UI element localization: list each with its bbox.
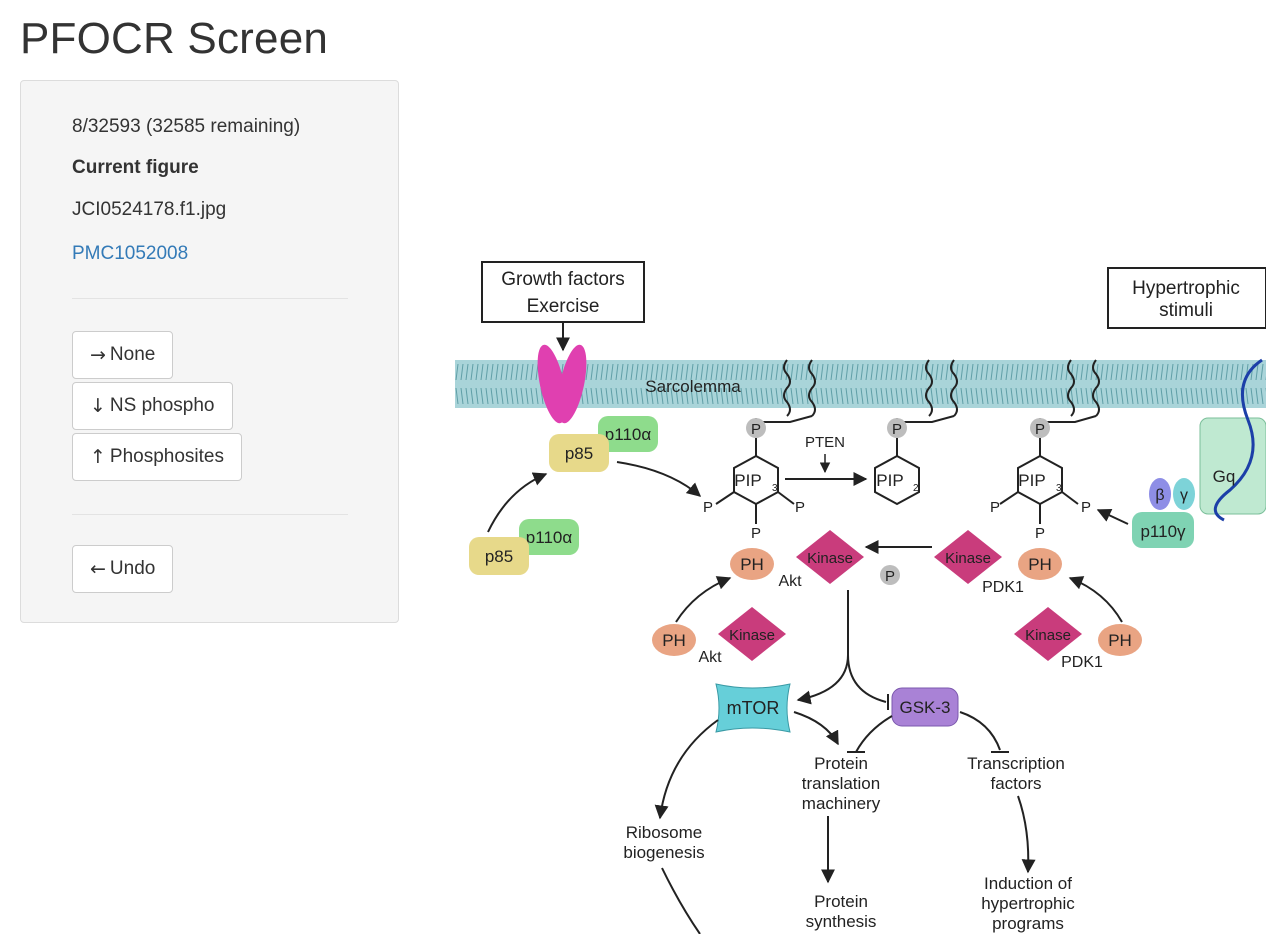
protein-synthesis-label: synthesis [806, 912, 877, 931]
pten-label: PTEN [805, 434, 845, 451]
ns-phospho-button-label: NS phospho [109, 395, 215, 416]
ph-label: PH [1028, 555, 1052, 574]
pdk1-label: PDK1 [982, 579, 1024, 596]
kinase-label: Kinase [1025, 627, 1071, 644]
protein-synthesis-label: Protein [814, 892, 868, 911]
growth-factors-label: Growth factors [501, 269, 625, 290]
kinase-label: Kinase [729, 627, 775, 644]
phosphosites-button[interactable]: ↑ Phosphosites [72, 433, 242, 481]
pathway-figure: Sarcolemma Growth factors Exercise Hyper… [446, 80, 1266, 935]
undo-button[interactable]: ← Undo [72, 545, 174, 593]
hypertrophic-label: Hypertrophic [1132, 278, 1240, 299]
divider [72, 298, 348, 299]
phosphate-label: P [751, 525, 761, 542]
phosphate-label: P [795, 499, 805, 516]
pip3-subscript: 3 [772, 483, 778, 494]
phosphate-label: P [892, 421, 902, 438]
none-button-label: None [109, 344, 156, 365]
p110a-label: p110α [526, 528, 573, 547]
exercise-label: Exercise [527, 296, 600, 317]
phosphate-label: P [1035, 421, 1045, 438]
induction-label: programs [992, 914, 1064, 933]
arrow-left-icon: ← [90, 558, 106, 580]
akt-branch-lines [796, 590, 889, 710]
akt-label: Akt [778, 573, 802, 590]
arrow [616, 461, 702, 497]
transcription-factors-label: factors [990, 774, 1041, 793]
current-figure-label: Current figure [72, 157, 199, 178]
ph-label: PH [740, 555, 764, 574]
arrow [675, 576, 732, 623]
control-panel: 8/32593 (32585 remaining) Current figure… [20, 80, 399, 623]
p110a-label: p110α [605, 425, 652, 444]
p110g-label: p110γ [1140, 522, 1186, 541]
mtor-label: mTOR [727, 698, 780, 718]
phosphate-label: P [751, 421, 761, 438]
page-title: PFOCR Screen [20, 14, 329, 63]
kinase-label: Kinase [807, 550, 853, 567]
pip2-subscript: 2 [913, 483, 919, 494]
induction-label: Induction of [984, 874, 1072, 893]
gq-label: Gq [1213, 467, 1236, 486]
receptor-icon [537, 344, 587, 424]
beta-label: β [1155, 487, 1164, 504]
arrow-up-icon: ↑ [90, 446, 106, 468]
gsk3-label: GSK-3 [899, 698, 950, 717]
pmc-link[interactable]: PMC1052008 [72, 243, 188, 265]
sarcolemma-label: Sarcolemma [645, 377, 741, 396]
protein-translation-label: machinery [802, 794, 881, 813]
p85-label: p85 [565, 444, 593, 463]
kinase-label: Kinase [945, 550, 991, 567]
induction-label: hypertrophic [981, 894, 1075, 913]
phosphate-label: P [703, 499, 713, 516]
phosphate-label: P [990, 499, 1000, 516]
arrow [1096, 508, 1129, 525]
ph-label: PH [662, 631, 686, 650]
protein-translation-label: translation [802, 774, 880, 793]
ribosome-biogenesis-label: Ribosome [626, 823, 703, 842]
pathway-diagram: Sarcolemma Growth factors Exercise Hyper… [455, 261, 1266, 935]
phosphate-label: P [1081, 499, 1091, 516]
p85-label: p85 [485, 547, 513, 566]
ribosome-biogenesis-label: biogenesis [623, 843, 704, 862]
protein-translation-label: Protein [814, 754, 868, 773]
undo-button-label: Undo [109, 558, 156, 579]
phosphosites-button-label: Phosphosites [109, 446, 224, 467]
pip3-subscript: 3 [1056, 483, 1062, 494]
pip3-label: PIP [1018, 471, 1045, 490]
progress-counter: 8/32593 (32585 remaining) [72, 116, 301, 137]
pip2-label: PIP [876, 471, 903, 490]
transcription-factors-label: Transcription [967, 754, 1065, 773]
arrow [1068, 576, 1123, 623]
pip3-label: PIP [734, 471, 761, 490]
divider [72, 514, 348, 515]
arrow-right-icon: → [90, 344, 106, 366]
pdk1-label: PDK1 [1061, 654, 1103, 671]
phosphate-label: P [1035, 525, 1045, 542]
arrow-down-icon: ↓ [90, 395, 106, 417]
ns-phospho-button[interactable]: ↓ NS phospho [72, 382, 233, 430]
phosphate-label: P [885, 568, 895, 585]
akt-label: Akt [698, 649, 722, 666]
stimuli-label: stimuli [1159, 300, 1213, 321]
ph-label: PH [1108, 631, 1132, 650]
gamma-label: γ [1180, 487, 1188, 504]
none-button[interactable]: → None [72, 331, 174, 379]
figure-filename: JCI0524178.f1.jpg [72, 199, 227, 220]
